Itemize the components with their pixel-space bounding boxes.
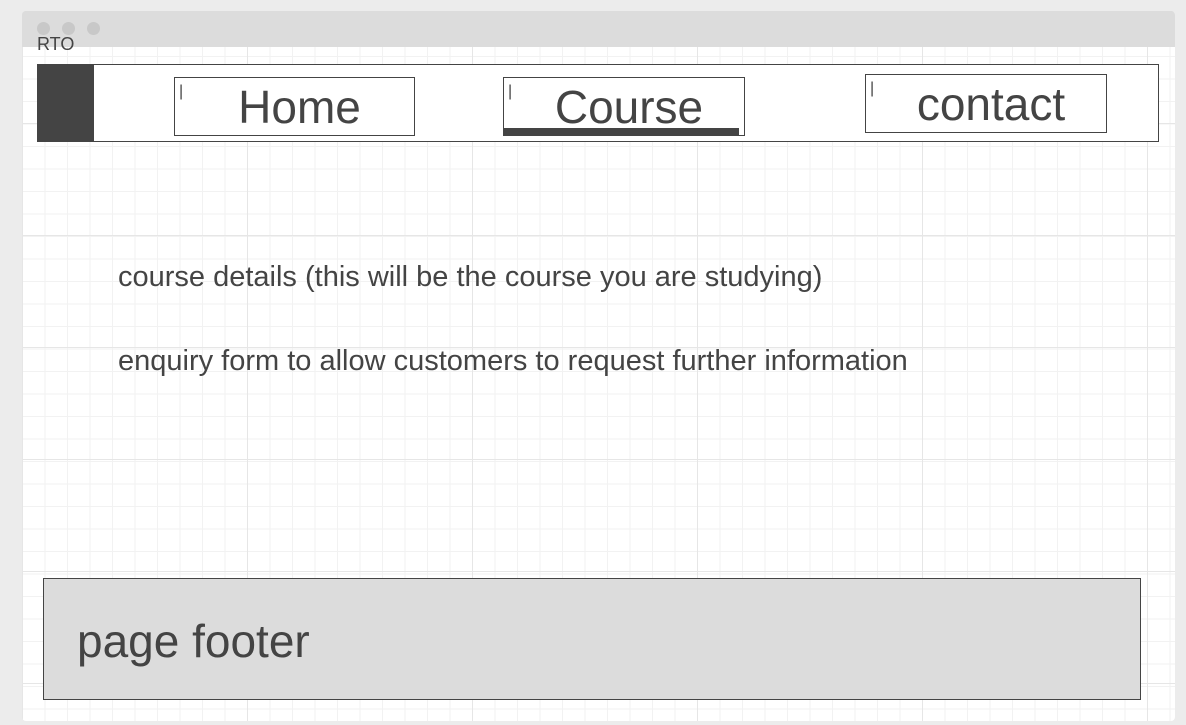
- nav-home-button[interactable]: | Home: [174, 77, 415, 136]
- navigation-bar: | Home | Course | contact: [37, 64, 1159, 142]
- logo-block: [38, 65, 94, 141]
- window-maximize-dot-icon[interactable]: [87, 22, 100, 35]
- nav-contact-label: contact: [916, 78, 1066, 130]
- nav-contact-button[interactable]: | contact: [865, 74, 1107, 133]
- nav-course-button[interactable]: | Course: [503, 77, 745, 136]
- active-tab-indicator: [504, 128, 739, 135]
- nav-home-label: Home: [238, 81, 361, 133]
- browser-window: RTO | Home | Course | contact course det…: [22, 11, 1175, 721]
- page-footer-text: page footer: [77, 615, 310, 667]
- enquiry-form-text: enquiry form to allow customers to reque…: [118, 345, 908, 377]
- course-details-text: course details (this will be the course …: [118, 261, 823, 293]
- text-cursor-icon: |: [870, 80, 875, 97]
- text-cursor-icon: |: [179, 83, 184, 100]
- page-footer: page footer: [43, 578, 1141, 700]
- app-title: RTO: [37, 34, 75, 54]
- window-titlebar: [22, 11, 1175, 47]
- text-cursor-icon: |: [508, 83, 513, 100]
